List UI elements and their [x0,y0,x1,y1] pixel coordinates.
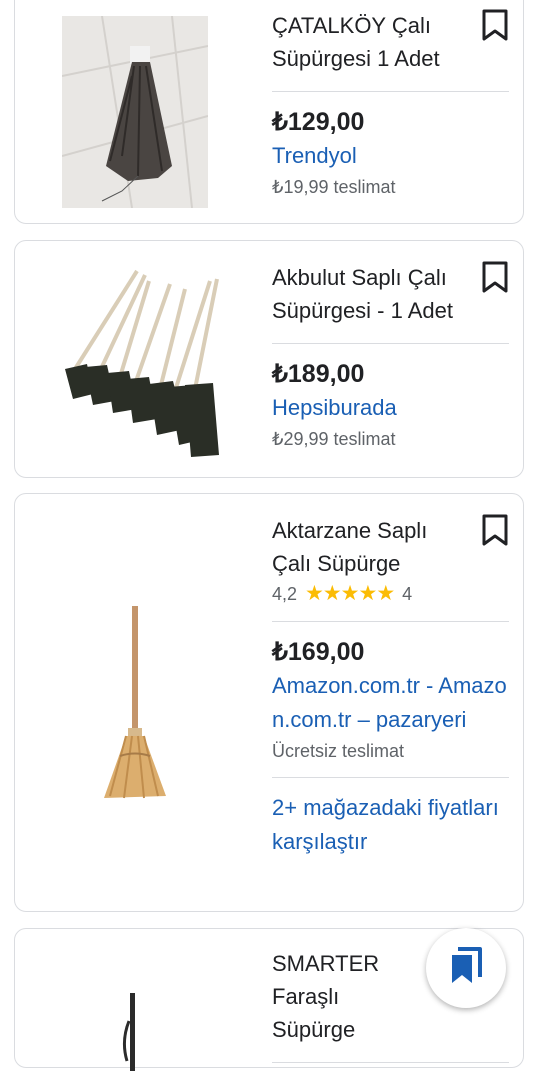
shipping-info: Ücretsiz teslimat [272,741,405,761]
shipping-info: ₺29,99 teslimat [272,429,396,449]
divider [272,343,509,344]
star-rating-icon: ★★★★★ [305,582,395,605]
bookmarks-icon [448,946,484,990]
product-title[interactable]: Akbulut Saplı Çalı Süpürgesi - 1 Adet [272,261,509,327]
product-price: ₺129,00 [272,108,365,136]
product-title[interactable]: Aktarzane Saplı Çalı Süpürge [272,514,509,580]
store-link[interactable]: Trendyol [272,139,509,173]
rating-value: 4,2 [272,584,298,604]
divider [272,91,509,92]
rating-count: 4 [402,584,413,604]
product-image[interactable] [15,0,255,223]
shipping-info: ₺19,99 teslimat [272,177,396,197]
product-image[interactable] [15,494,255,911]
product-card[interactable]: ÇATALKÖY Çalı Süpürgesi 1 Adet ₺129,00 T… [14,0,524,224]
store-link[interactable]: Amazon.com.tr - Amazon.com.tr – pazaryer… [272,669,509,737]
bookmark-icon[interactable] [481,261,509,293]
divider [272,621,509,622]
bookmark-icon[interactable] [481,514,509,546]
bookmark-icon[interactable] [481,9,509,41]
divider [272,1062,509,1063]
store-link[interactable]: Hepsiburada [272,391,509,425]
compare-prices-link[interactable]: 2+ mağazadaki fiyatları karşılaştır [272,791,509,859]
product-price: ₺189,00 [272,360,365,388]
product-rating: 4,2 ★★★★★ 4 [272,580,509,608]
product-price: ₺169,00 [272,638,365,666]
product-image[interactable] [15,929,255,1071]
divider [272,777,509,778]
product-title[interactable]: ÇATALKÖY Çalı Süpürgesi 1 Adet [272,9,509,75]
product-card[interactable]: Aktarzane Saplı Çalı Süpürge 4,2 ★★★★★ 4… [14,493,524,912]
product-card[interactable]: Akbulut Saplı Çalı Süpürgesi - 1 Adet ₺1… [14,240,524,478]
product-image[interactable] [15,241,255,477]
saved-items-button[interactable] [426,928,506,1008]
